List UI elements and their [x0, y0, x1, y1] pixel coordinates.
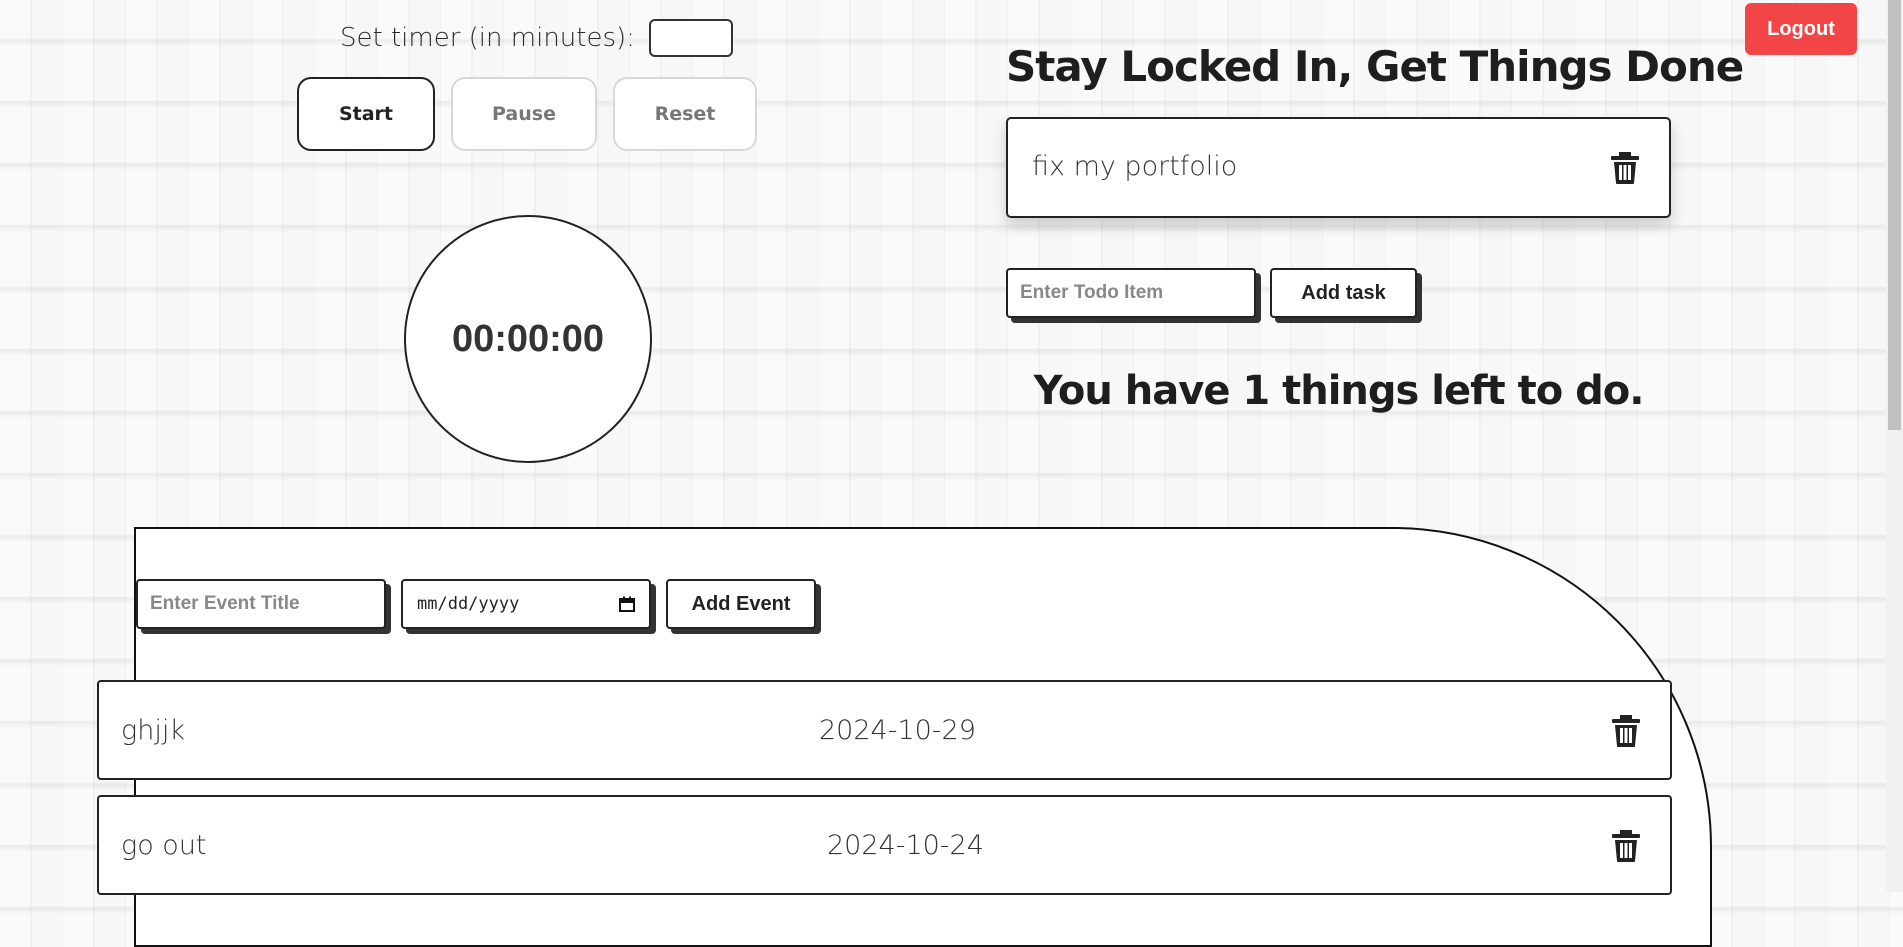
trash-icon[interactable]: [1612, 715, 1640, 747]
event-item: go out 2024-10-24: [97, 795, 1672, 895]
timer-controls: Start Pause Reset: [297, 77, 757, 151]
event-name: go out: [121, 830, 207, 861]
event-date: 2024-10-29: [819, 715, 976, 746]
event-item: ghjjk 2024-10-29: [97, 680, 1672, 780]
add-event-button[interactable]: Add Event: [666, 579, 816, 629]
todo-item: fix my portfolio: [1006, 117, 1671, 218]
timer-clock: 00:00:00: [404, 215, 652, 463]
event-name: ghjjk: [121, 715, 185, 746]
pause-button[interactable]: Pause: [451, 77, 597, 151]
trash-icon[interactable]: [1612, 830, 1640, 862]
todo-item-text: fix my portfolio: [1032, 151, 1238, 182]
remaining-count-text: You have 1 things left to do.: [1033, 368, 1645, 414]
page-title: Stay Locked In, Get Things Done: [1006, 42, 1744, 91]
reset-button[interactable]: Reset: [613, 77, 757, 151]
timer-setting-row: Set timer (in minutes):: [340, 19, 733, 57]
event-date: 2024-10-24: [827, 830, 984, 861]
add-task-button[interactable]: Add task: [1270, 268, 1417, 318]
timer-minutes-input[interactable]: [648, 19, 733, 57]
timer-display: 00:00:00: [451, 317, 605, 360]
calendar-icon[interactable]: [619, 596, 635, 612]
event-date-placeholder: mm/dd/yyyy: [417, 594, 520, 614]
logout-button[interactable]: Logout: [1745, 3, 1857, 55]
trash-icon[interactable]: [1611, 152, 1639, 184]
event-date-input[interactable]: mm/dd/yyyy: [401, 579, 651, 629]
scrollbar-thumb[interactable]: [1888, 0, 1901, 430]
timer-label: Set timer (in minutes):: [340, 23, 635, 53]
start-button[interactable]: Start: [297, 77, 435, 151]
page-scrollbar[interactable]: [1886, 0, 1903, 892]
todo-input[interactable]: Enter Todo Item: [1006, 268, 1256, 318]
event-title-input[interactable]: Enter Event Title: [136, 579, 386, 629]
